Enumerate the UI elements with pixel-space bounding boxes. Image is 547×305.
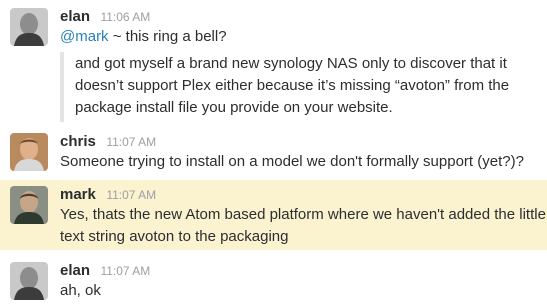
- message-elan-2: elan 11:07 AM ah, ok: [0, 255, 547, 305]
- message-line: text string avoton to the packaging: [60, 228, 289, 245]
- avatar-elan[interactable]: [10, 8, 48, 46]
- message-text: @mark ~ this ring a bell?: [60, 26, 227, 48]
- message-body: ~ this ring a bell?: [108, 28, 227, 45]
- quote-bar: [60, 52, 64, 122]
- message-header: mark 11:07 AM: [60, 186, 156, 204]
- timestamp[interactable]: 11:07 AM: [106, 135, 156, 149]
- message-elan-1: elan 11:06 AM @mark ~ this ring a bell? …: [0, 0, 547, 122]
- author-name[interactable]: elan: [60, 262, 90, 279]
- timestamp[interactable]: 11:07 AM: [100, 264, 150, 278]
- author-name[interactable]: mark: [60, 186, 96, 203]
- quote-line: package install file you provide on your…: [75, 99, 393, 116]
- person-photo-icon: [10, 8, 48, 46]
- quote-line: and got myself a brand new synology NAS …: [75, 55, 507, 72]
- message-header: elan 11:06 AM: [60, 8, 150, 26]
- message-chris: chris 11:07 AM Someone trying to install…: [0, 126, 547, 178]
- user-mention[interactable]: @mark: [60, 28, 109, 45]
- message-body: Yes, thats the new Atom based platform w…: [60, 204, 546, 248]
- quote-line: doesn’t support Plex either because it’s…: [75, 77, 510, 94]
- quoted-text: and got myself a brand new synology NAS …: [75, 53, 509, 119]
- timestamp[interactable]: 11:06 AM: [100, 10, 150, 24]
- avatar-mark[interactable]: [10, 186, 48, 224]
- author-name[interactable]: chris: [60, 133, 96, 150]
- message-body: Someone trying to install on a model we …: [60, 153, 524, 170]
- timestamp[interactable]: 11:07 AM: [106, 188, 156, 202]
- message-mark-highlighted: mark 11:07 AM Yes, thats the new Atom ba…: [0, 180, 547, 250]
- person-photo-icon: [10, 262, 48, 300]
- message-body: ah, ok: [60, 282, 101, 299]
- author-name[interactable]: elan: [60, 8, 90, 25]
- avatar-elan[interactable]: [10, 262, 48, 300]
- message-line: Yes, thats the new Atom based platform w…: [60, 206, 546, 223]
- person-photo-icon: [10, 133, 48, 171]
- message-header: elan 11:07 AM: [60, 262, 150, 280]
- avatar-chris[interactable]: [10, 133, 48, 171]
- message-header: chris 11:07 AM: [60, 133, 156, 151]
- person-photo-icon: [10, 186, 48, 224]
